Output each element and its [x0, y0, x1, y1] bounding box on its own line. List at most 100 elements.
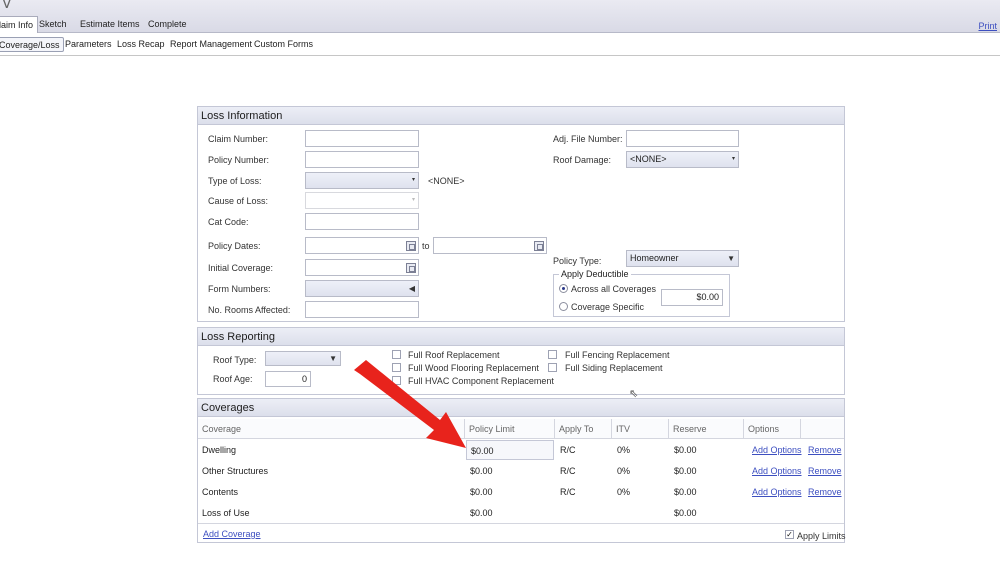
tab-complete[interactable]: Complete [144, 16, 191, 33]
initial-coverage-field[interactable] [305, 259, 419, 276]
full-siding-label: Full Siding Replacement [565, 363, 663, 373]
mouse-cursor-icon: ⇖ [629, 388, 639, 400]
policy-limit-input[interactable]: $0.00 [466, 482, 493, 502]
cat-code-field[interactable] [305, 213, 419, 230]
cause-of-loss-label: Cause of Loss: [208, 196, 269, 206]
loss-reporting-panel: Loss Reporting Roof Type: ▼ Roof Age: 0 … [197, 327, 845, 395]
itv-value[interactable]: 0% [613, 461, 630, 481]
calendar-icon[interactable] [406, 263, 416, 273]
adj-file-number-label: Adj. File Number: [553, 134, 623, 144]
policy-end-date-field[interactable] [433, 237, 547, 254]
tab-sketch[interactable]: Sketch [35, 16, 71, 33]
full-fencing-checkbox[interactable] [548, 350, 557, 359]
app-toolbar: V laim Info Sketch Estimate Items Comple… [0, 0, 1000, 34]
dropdown-arrow-icon: ▾ [731, 156, 735, 162]
subtab-loss-recap[interactable]: Loss Recap [114, 37, 168, 52]
subtab-coverage-loss[interactable]: Coverage/Loss [0, 37, 64, 52]
arrow-shape [354, 360, 466, 448]
policy-number-label: Policy Number: [208, 155, 270, 165]
column-header-itv: ITV [612, 419, 669, 439]
roof-age-field[interactable]: 0 [265, 371, 311, 387]
column-header-apply-to: Apply To [555, 419, 612, 439]
column-header-options: Options [744, 419, 801, 439]
coverage-name: Loss of Use [202, 508, 250, 518]
subtab-custom-forms[interactable]: Custom Forms [251, 37, 316, 52]
policy-start-date-field[interactable] [305, 237, 419, 254]
full-roof-replacement-checkbox[interactable] [392, 350, 401, 359]
type-of-loss-select[interactable]: ▾ [305, 172, 419, 189]
subtab-parameters[interactable]: Parameters [62, 37, 115, 52]
cause-of-loss-select[interactable]: ▾ [305, 192, 419, 209]
form-numbers-label: Form Numbers: [208, 284, 271, 294]
apply-to-value[interactable]: R/C [556, 440, 576, 460]
apply-limits-checkbox[interactable]: ✓ [785, 530, 794, 539]
dropdown-arrow-icon: ▼ [329, 354, 337, 363]
tab-estimate-items[interactable]: Estimate Items [76, 16, 144, 33]
print-link[interactable]: Print [978, 21, 997, 31]
policy-type-value: Homeowner [630, 253, 679, 263]
form-numbers-select[interactable]: ◀ [305, 280, 419, 297]
rooms-affected-field[interactable] [305, 301, 419, 318]
calendar-icon[interactable] [406, 241, 416, 251]
loss-information-title: Loss Information [198, 107, 844, 125]
type-of-loss-label: Type of Loss: [208, 176, 262, 186]
reserve-value[interactable]: $0.00 [670, 482, 697, 502]
loss-information-panel: Loss Information Claim Number: Policy Nu… [197, 106, 845, 322]
dropdown-arrow-icon: ▼ [727, 254, 735, 263]
itv-value[interactable]: 0% [613, 482, 630, 502]
roof-type-select[interactable]: ▼ [265, 351, 341, 366]
policy-type-select[interactable]: Homeowner ▼ [626, 250, 739, 267]
coverages-title: Coverages [198, 399, 844, 417]
table-footer-divider [198, 523, 844, 524]
roof-damage-label: Roof Damage: [553, 155, 612, 165]
apply-to-value[interactable]: R/C [556, 461, 576, 481]
reserve-value[interactable]: $0.00 [670, 461, 697, 481]
type-of-loss-display: <NONE> [428, 176, 465, 186]
across-all-coverages-radio[interactable] [559, 284, 568, 293]
calendar-icon[interactable] [534, 241, 544, 251]
add-options-link[interactable]: Add Options [748, 482, 802, 502]
across-all-coverages-label: Across all Coverages [571, 284, 657, 294]
tab-claim-info[interactable]: laim Info [0, 16, 39, 34]
coverage-specific-radio[interactable] [559, 302, 568, 311]
claim-number-field[interactable] [305, 130, 419, 147]
policy-limit-input[interactable]: $0.00 [466, 503, 493, 523]
policy-number-field[interactable] [305, 151, 419, 168]
add-coverage-link[interactable]: Add Coverage [203, 529, 261, 539]
policy-limit-input[interactable]: $0.00 [466, 461, 493, 481]
remove-link[interactable]: Remove [804, 461, 842, 481]
add-options-link[interactable]: Add Options [748, 461, 802, 481]
dropdown-arrow-icon: ▾ [411, 177, 415, 183]
reserve-value[interactable]: $0.00 [670, 440, 697, 460]
full-fencing-label: Full Fencing Replacement [565, 350, 670, 360]
coverage-name: Contents [202, 487, 239, 497]
remove-link[interactable]: Remove [804, 482, 842, 502]
coverage-name: Dwelling [202, 445, 237, 455]
sub-navigation: Coverage/Loss Parameters Loss Recap Repo… [0, 33, 1000, 56]
roof-age-label: Roof Age: [213, 374, 253, 384]
expand-arrow-icon: ◀ [408, 284, 415, 293]
coverage-specific-label: Coverage Specific [571, 302, 645, 312]
coverages-panel: Coverages Coverage Policy Limit Apply To… [197, 398, 846, 543]
remove-link[interactable]: Remove [804, 440, 842, 460]
policy-dates-label: Policy Dates: [208, 241, 261, 251]
reserve-value[interactable]: $0.00 [670, 503, 697, 523]
roof-damage-select[interactable]: <NONE> ▾ [626, 151, 739, 168]
apply-limits-label: Apply Limits [797, 531, 846, 541]
subtab-report-management[interactable]: Report Management [167, 37, 255, 52]
initial-coverage-label: Initial Coverage: [208, 263, 274, 273]
roof-damage-value: <NONE> [630, 154, 667, 164]
full-roof-replacement-label: Full Roof Replacement [408, 350, 500, 360]
add-options-link[interactable]: Add Options [748, 440, 802, 460]
full-siding-checkbox[interactable] [548, 363, 557, 372]
itv-value[interactable]: 0% [613, 440, 630, 460]
rooms-affected-label: No. Rooms Affected: [208, 305, 291, 315]
apply-deductible-legend: Apply Deductible [561, 269, 629, 279]
policy-dates-to-label: to [422, 241, 430, 251]
red-pointer-arrow-icon [354, 360, 466, 448]
deductible-amount-field[interactable]: $0.00 [661, 289, 723, 306]
coverage-name: Other Structures [202, 466, 269, 476]
apply-to-value[interactable]: R/C [556, 482, 576, 502]
claim-number-label: Claim Number: [208, 134, 269, 144]
adj-file-number-field[interactable] [626, 130, 739, 147]
